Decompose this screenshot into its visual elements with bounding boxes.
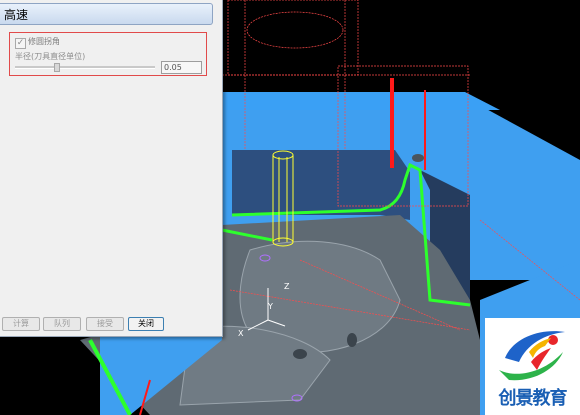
accept-button[interactable]: 接受: [86, 317, 124, 331]
round-corners-label: 修圆拐角: [28, 37, 60, 46]
section-title: 高速: [4, 8, 29, 22]
high-speed-dialog: 高速 ✓ 修圆拐角 半径(刀具直径单位) 0.05 计算 队列 接受 关闭: [0, 0, 223, 337]
block-top-ridge: [222, 92, 500, 110]
axis-label-z: Z: [284, 282, 290, 291]
radius-slider-track[interactable]: [15, 66, 155, 69]
round-corners-checkbox[interactable]: ✓: [15, 38, 26, 49]
close-button[interactable]: 关闭: [128, 317, 164, 331]
radius-input[interactable]: 0.05: [161, 61, 202, 74]
logo-emblem-icon: [499, 331, 565, 381]
queue-button[interactable]: 队列: [43, 317, 81, 331]
radius-slider-thumb[interactable]: [54, 63, 60, 72]
radius-label: 半径(刀具直径单位): [15, 52, 86, 61]
hole: [412, 154, 424, 162]
axis-label-y: Y: [267, 302, 273, 311]
watermark-logo: 创景教育: [485, 318, 580, 415]
calculate-button[interactable]: 计算: [2, 317, 40, 331]
corner-rounding-group: ✓ 修圆拐角 半径(刀具直径单位) 0.05: [9, 32, 207, 76]
section-header[interactable]: 高速: [0, 3, 213, 25]
axis-label-x: X: [238, 329, 244, 338]
hole: [347, 333, 357, 347]
hole: [293, 349, 307, 359]
watermark-text: 创景教育: [498, 388, 568, 409]
